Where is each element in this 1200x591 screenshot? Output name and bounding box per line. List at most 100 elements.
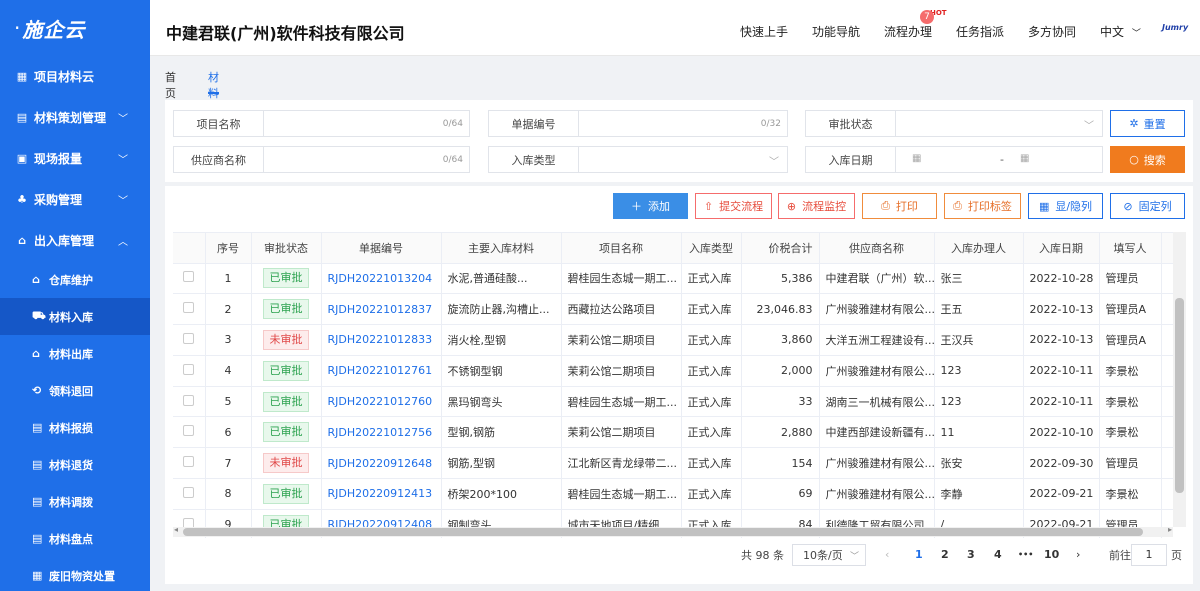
doc-no-input[interactable]: 0/32 xyxy=(579,111,787,136)
sidebar-sub-transfer[interactable]: ▤ 材料调拨 xyxy=(0,483,150,520)
page-size-select[interactable]: 10条/页 ﹀ xyxy=(792,544,866,566)
checkbox-cell[interactable] xyxy=(173,355,206,387)
row-checkbox[interactable] xyxy=(183,425,195,437)
checkbox-cell[interactable] xyxy=(173,293,206,326)
submit-flow-button[interactable]: ⇧ 提交流程 xyxy=(695,193,772,219)
page-ellipsis[interactable]: ••• xyxy=(1018,550,1033,559)
monitor-flow-button[interactable]: ⊕ 流程监控 xyxy=(778,193,855,219)
vertical-scrollbar[interactable] xyxy=(1173,232,1186,527)
doc-link[interactable]: RJDH20220912648 xyxy=(328,457,433,470)
nav-task-assign[interactable]: 任务指派 xyxy=(956,23,1004,40)
report-icon: ▣ xyxy=(16,152,28,165)
doc-link[interactable]: RJDH20221012833 xyxy=(328,333,433,346)
approval-select[interactable]: ﹀ xyxy=(896,111,1102,136)
nav-quick-start[interactable]: 快速上手 xyxy=(740,23,788,40)
row-checkbox[interactable] xyxy=(183,332,195,344)
table-row[interactable]: 5 已审批 RJDH20221012760 黑玛钢弯头 碧桂园生态城一期工... 正式入库… xyxy=(173,386,1186,418)
goto-page-input[interactable]: 1 xyxy=(1131,544,1167,566)
nav-collab[interactable]: 多方协同 xyxy=(1028,23,1076,40)
page-2[interactable]: 2 xyxy=(941,548,949,561)
sidebar-item-material-plan[interactable]: ▤ 材料策划管理 ﹀ xyxy=(0,97,150,138)
sidebar-item-purchase[interactable]: ♣ 采购管理 ﹀ xyxy=(0,179,150,220)
table-row[interactable]: 3 未审批 RJDH20221012833 消火栓,型钢 茉莉公馆二期项目 正式入库 3,8… xyxy=(173,324,1186,356)
char-count: 0/64 xyxy=(442,155,463,165)
cell-type: 正式入库 xyxy=(681,293,742,326)
add-button[interactable]: ＋ 添加 xyxy=(613,193,688,219)
doc-link[interactable]: RJDH20221012837 xyxy=(328,303,433,316)
in-type-select[interactable]: ﹀ xyxy=(579,147,787,172)
sidebar-sub-material-out[interactable]: ⌂ 材料出库 xyxy=(0,335,150,372)
checkbox-cell[interactable] xyxy=(173,416,206,449)
print-label-button[interactable]: ⎙ 打印标签 xyxy=(944,193,1021,219)
horizontal-scrollbar[interactable]: ◂ ▸ xyxy=(173,525,1173,537)
table-row[interactable]: 2 已审批 RJDH20221012837 旋流防止器,沟槽止... 西藏拉达公路项目正… xyxy=(173,293,1186,326)
project-name-input[interactable]: 0/64 xyxy=(264,111,469,136)
warehouse-icon: ⌂ xyxy=(18,234,26,247)
sidebar-sub-refund[interactable]: ▤ 材料退货 xyxy=(0,446,150,483)
date-range-picker[interactable]: ▦ - ▦ xyxy=(896,147,1102,172)
doc-link[interactable]: RJDH20220912413 xyxy=(328,487,433,500)
table-row[interactable]: 6 已审批 RJDH20221012756 型钢,钢筋 茉莉公馆二期项目 正式入库 2,88… xyxy=(173,416,1186,449)
sidebar-item-site-report[interactable]: ▣ 现场报量 ﹀ xyxy=(0,138,150,179)
sidebar-item-inout[interactable]: ⌂ 出入库管理 ︿ xyxy=(0,220,150,261)
cell-material: 黑玛钢弯头 xyxy=(441,386,562,418)
table-row[interactable]: 8 已审批 RJDH20220912413 桥架200*100 碧桂园生态城一期工...… xyxy=(173,478,1186,510)
company-name: 中建君联(广州)软件科技有限公司 xyxy=(166,24,405,43)
scroll-thumb[interactable] xyxy=(183,528,1143,536)
prev-page-icon[interactable]: ‹ xyxy=(885,548,889,561)
nav-function-guide[interactable]: 功能导航 xyxy=(812,23,860,40)
scroll-thumb[interactable] xyxy=(1175,298,1184,493)
scroll-left-icon[interactable]: ◂ xyxy=(174,525,178,534)
logo[interactable]: · 施企云 xyxy=(0,0,150,56)
page-4[interactable]: 4 xyxy=(994,548,1002,561)
doc-link[interactable]: RJDH20221012756 xyxy=(328,426,433,439)
doc-link[interactable]: RJDH20221012760 xyxy=(328,395,433,408)
filter-label: 供应商名称 xyxy=(174,147,264,172)
row-checkbox[interactable] xyxy=(183,456,195,468)
reset-button[interactable]: ✲ 重置 xyxy=(1110,110,1185,137)
sidebar-sub-label: 材料盘点 xyxy=(49,532,93,546)
sidebar-sub-damage[interactable]: ▤ 材料报损 xyxy=(0,409,150,446)
supplier-input[interactable]: 0/64 xyxy=(264,147,469,172)
search-button[interactable]: ○ 搜索 xyxy=(1110,146,1185,173)
grid-icon: ▦ xyxy=(16,70,28,83)
sidebar-sub-return[interactable]: ⟲ 领料退回 xyxy=(0,372,150,409)
sidebar-item-material-cloud[interactable]: ▦ 项目材料云 xyxy=(0,56,150,97)
row-checkbox[interactable] xyxy=(183,302,195,314)
page-3[interactable]: 3 xyxy=(967,548,975,561)
table-row[interactable]: 4 已审批 RJDH20221012761 不锈钢型钢 茉莉公馆二期项目 正式入库 2,00… xyxy=(173,355,1186,387)
row-checkbox[interactable] xyxy=(183,271,195,283)
show-hide-columns-button[interactable]: ▦ 显/隐列 xyxy=(1028,193,1103,219)
checkbox-cell[interactable] xyxy=(173,447,206,480)
checkbox-cell[interactable] xyxy=(173,386,206,418)
page-1[interactable]: 1 xyxy=(915,548,923,561)
sidebar-sub-inventory[interactable]: ▤ 材料盘点 xyxy=(0,520,150,557)
table-row[interactable]: 1 已审批 RJDH20221013204 水泥,普通硅酸... 碧桂园生态城一期工..… xyxy=(173,263,1186,295)
sidebar-sub-waste[interactable]: ▦ 废旧物资处置 xyxy=(0,557,150,591)
scroll-right-icon[interactable]: ▸ xyxy=(1168,525,1172,534)
sidebar-sub-warehouse[interactable]: ⌂ 仓库维护 xyxy=(0,261,150,298)
mini-logo: Jumry xyxy=(1162,23,1189,32)
checkbox-cell[interactable] xyxy=(173,263,206,295)
row-checkbox[interactable] xyxy=(183,486,195,498)
nav-process[interactable]: 流程办理 xyxy=(884,23,932,40)
tab-home[interactable]: 首页 xyxy=(165,70,176,100)
language-select[interactable]: 中文 ﹀ xyxy=(1100,23,1141,40)
fix-columns-button[interactable]: ⊘ 固定列 xyxy=(1110,193,1185,219)
header-checkbox[interactable] xyxy=(173,233,206,264)
doc-link[interactable]: RJDH20221013204 xyxy=(328,272,433,285)
doc-link[interactable]: RJDH20221012761 xyxy=(328,364,433,377)
sidebar-item-label: 项目材料云 xyxy=(34,70,95,84)
page-unit: 页 xyxy=(1171,549,1182,562)
table-row[interactable]: 7 未审批 RJDH20220912648 钢筋,型钢 江北新区青龙绿带二... 正式入库… xyxy=(173,447,1186,480)
checkbox-cell[interactable] xyxy=(173,478,206,510)
row-checkbox[interactable] xyxy=(183,394,195,406)
next-page-icon[interactable]: › xyxy=(1076,548,1080,561)
tab-material-in[interactable]: 材料入库 xyxy=(208,70,219,132)
checkbox-cell[interactable] xyxy=(173,324,206,356)
sidebar-sub-material-in[interactable]: ⛟ 材料入库 xyxy=(0,298,150,335)
page-10[interactable]: 10 xyxy=(1044,548,1059,561)
cell-type: 正式入库 xyxy=(681,324,742,356)
row-checkbox[interactable] xyxy=(183,363,195,375)
print-button[interactable]: ⎙ 打印 xyxy=(862,193,937,219)
